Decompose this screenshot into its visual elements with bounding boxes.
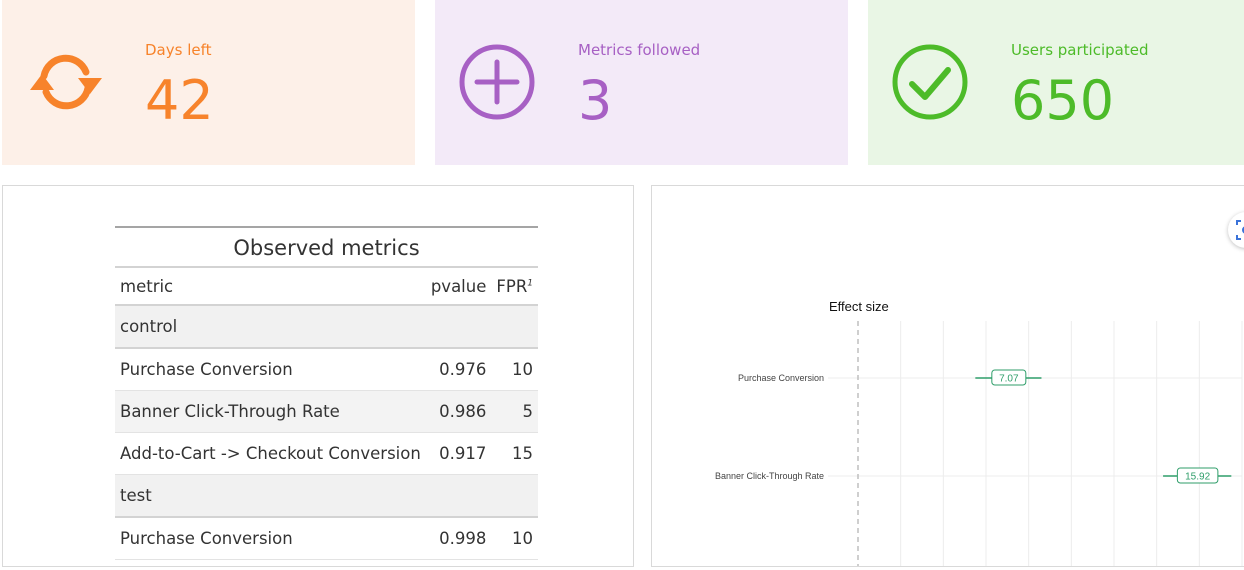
- category-label: Purchase Conversion: [738, 373, 824, 383]
- table-row: Add-to-Cart -> Checkout Conversion 0.917…: [115, 433, 539, 475]
- observed-metrics-table: Observed metrics metric pvalue FPR1 cont…: [115, 226, 539, 560]
- metrics-followed-value: 3: [578, 69, 613, 132]
- check-circle-icon: [892, 44, 968, 120]
- metric-cell: Add-to-Cart -> Checkout Conversion: [120, 444, 421, 463]
- pvalue-cell: 0.917: [439, 444, 487, 463]
- metric-cell: Banner Click-Through Rate: [115, 390, 426, 433]
- metric-cell: Purchase Conversion: [120, 529, 293, 548]
- table-header-row: metric pvalue FPR1: [115, 266, 539, 306]
- fpr-cell: 10: [512, 529, 534, 548]
- pvalue-cell: 0.976: [439, 360, 487, 379]
- pvalue-cell: 0.986: [425, 390, 492, 433]
- table-row: Purchase Conversion 0.976 10: [115, 348, 539, 391]
- group-row-control: control: [115, 305, 539, 349]
- data-label: 15.92: [1185, 472, 1210, 483]
- days-left-label: Days left: [145, 41, 212, 59]
- refresh-icon: [30, 54, 102, 110]
- fpr-cell: 5: [491, 390, 539, 433]
- users-participated-value: 650: [1011, 69, 1115, 132]
- effect-size-chart: Effect size Purchase Conversion Banner Cli…: [715, 299, 1243, 566]
- days-left-value: 42: [145, 69, 214, 132]
- table-row: Banner Click-Through Rate 0.986 5: [115, 390, 539, 433]
- users-participated-card: Users participated 650: [868, 0, 1244, 165]
- group-row-test: test: [115, 474, 539, 518]
- observed-metrics-panel: Observed metrics metric pvalue FPR1 cont…: [2, 185, 634, 567]
- table-title: Observed metrics: [115, 226, 539, 266]
- effect-size-panel: Effect size Purchase Conversion Banner Cli…: [651, 185, 1244, 567]
- group-label: test: [115, 474, 539, 518]
- chart-title: Effect size: [829, 299, 889, 314]
- days-left-card: Days left 42: [2, 0, 415, 165]
- fpr-cell: 15: [512, 444, 534, 463]
- pvalue-cell: 0.998: [439, 529, 487, 548]
- focus-icon: [1236, 220, 1244, 240]
- metrics-followed-card: Metrics followed 3: [435, 0, 848, 165]
- fpr-header-text: FPR: [496, 276, 528, 296]
- column-header-pvalue: pvalue: [425, 266, 492, 306]
- group-label: control: [115, 305, 539, 349]
- plus-circle-icon: [459, 44, 535, 120]
- table-row: Purchase Conversion 0.998 10: [115, 517, 539, 560]
- metrics-followed-label: Metrics followed: [578, 41, 701, 59]
- fpr-footnote-mark: 1: [527, 278, 534, 288]
- fpr-cell: 10: [512, 360, 534, 379]
- data-label: 7.07: [999, 374, 1019, 385]
- column-header-metric: metric: [115, 266, 426, 306]
- category-label: Banner Click-Through Rate: [715, 471, 824, 481]
- metric-cell: Purchase Conversion: [120, 360, 293, 379]
- column-header-fpr: FPR1: [491, 266, 539, 306]
- plot-tools-button[interactable]: [1228, 212, 1244, 248]
- users-participated-label: Users participated: [1011, 41, 1149, 59]
